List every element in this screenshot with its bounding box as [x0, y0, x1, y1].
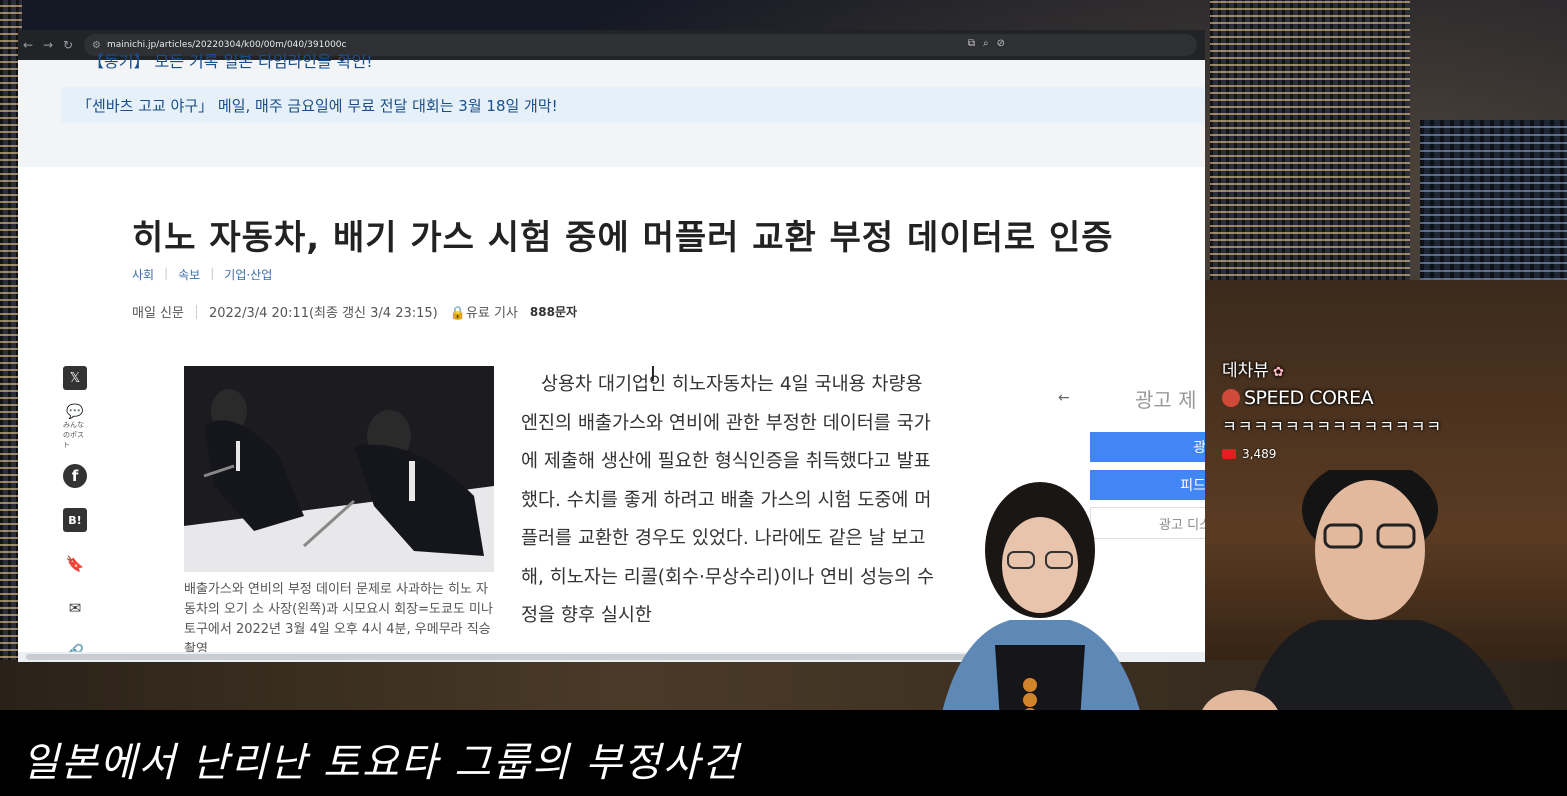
zoom-icon[interactable]: ⌕ [983, 38, 989, 49]
x-share-icon[interactable]: 𝕏 [63, 366, 87, 390]
article-headline: 히노 자동차, 배기 가스 시험 중에 머플러 교환 부정 데이터로 인증 [132, 218, 1114, 258]
video-subtitle: 일본에서 난리난 토요타 그룹의 부정사건 [22, 740, 741, 786]
translate-icon[interactable]: ⧉ [968, 38, 975, 49]
paywall-label: 🔒유료 기사 [449, 306, 518, 321]
article-photo[interactable] [184, 366, 494, 572]
facebook-icon[interactable]: f [63, 464, 87, 488]
ad-report-button[interactable]: 광 [1090, 432, 1205, 462]
bookmark-icon[interactable]: 🔖 [63, 552, 87, 576]
divider: | [210, 266, 215, 280]
avatar [1222, 389, 1240, 407]
category-list: 사회 | 속보 | 기업·산업 [132, 266, 272, 283]
reload-icon[interactable]: ↻ [58, 38, 78, 52]
source-name: 매일 신문 [132, 306, 184, 321]
photo-caption: 배출가스와 연비의 부정 데이터 문제로 사과하는 히노 자동차의 오기 소 사… [184, 582, 493, 657]
ad-title: 광고 제 [1135, 388, 1197, 412]
youtube-icon [1222, 449, 1236, 459]
article-body-text: 상용차 대기업인 히노자동차는 4일 국내용 차량용 엔진의 배출가스와 연비에… [521, 374, 935, 626]
chat-username: 데차뷰 ✿ [1222, 361, 1284, 381]
chat-bubble-icon: 💬 [66, 404, 84, 420]
back-arrow-icon[interactable]: ← [18, 38, 38, 52]
category-link[interactable]: 기업·산업 [224, 266, 272, 283]
lock-icon: 🔒 [449, 306, 466, 321]
publish-date: 2022/3/4 20:11(최종 갱신 3/4 23:15) [208, 306, 438, 321]
notice-link-partial[interactable]: 【동기】 모든 기록 일본 타임라인을 확인! [88, 48, 373, 72]
chat-channel: SPEED COREA [1222, 387, 1482, 409]
eye-off-icon[interactable]: ⊘ [997, 38, 1005, 49]
forward-arrow-icon[interactable]: → [38, 38, 58, 52]
chat-message: ㅋㅋㅋㅋㅋㅋㅋㅋㅋㅋㅋㅋㅋㅋ [1222, 417, 1443, 436]
text-cursor-icon: I [650, 362, 656, 386]
hatena-bookmark-icon[interactable]: B! [63, 508, 87, 532]
address-bar-actions: ⧉ ⌕ ⊘ [968, 38, 1005, 49]
share-bar: 𝕏 💬 みんなのポスト f B! 🔖 ✉ 🔗 [58, 366, 92, 662]
notice-banner[interactable]: 「센바츠 고교 야구」 메일, 매주 금요일에 무료 전달 대회는 3월 18일… [61, 87, 1205, 123]
category-link[interactable]: 사회 [132, 266, 154, 283]
back-arrow-icon[interactable]: ← [1058, 390, 1070, 406]
viewer-count: 3,489 [1222, 447, 1482, 461]
mail-icon[interactable]: ✉ [63, 596, 87, 620]
post-label: みんなのポスト [63, 421, 84, 449]
char-count: 888문자 [529, 305, 578, 319]
category-link[interactable]: 속보 [178, 266, 200, 283]
minna-post-button[interactable]: 💬 みんなのポスト [63, 404, 87, 449]
stream-chat-overlay: 데차뷰 ✿ SPEED COREA ㅋㅋㅋㅋㅋㅋㅋㅋㅋㅋㅋㅋㅋㅋ 3,489 [1222, 356, 1482, 461]
article-body: 상용차 대기업인 히노자동차는 4일 국내용 차량용 엔진의 배출가스와 연비에… [521, 366, 941, 636]
divider [195, 304, 197, 319]
divider: | [164, 266, 169, 280]
article-meta: 매일 신문 2022/3/4 20:11(최종 갱신 3/4 23:15) 🔒유… [132, 302, 577, 321]
scrollbar-thumb[interactable] [26, 654, 986, 660]
notice-area: 【동기】 모든 기록 일본 타임라인을 확인! 「센바츠 고교 야구」 메일, … [18, 52, 1205, 167]
emoji-icon: ✿ [1268, 365, 1284, 380]
notice-banner-text: 「센바츠 고교 야구」 메일, 매주 금요일에 무료 전달 대회는 3월 18일… [77, 96, 558, 115]
